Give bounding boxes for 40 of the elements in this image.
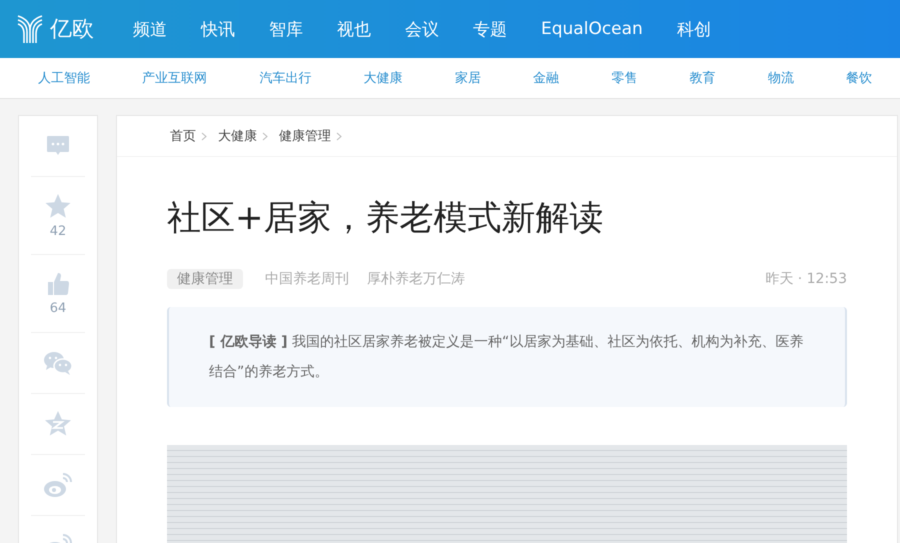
- nav-link[interactable]: EqualOcean: [541, 19, 643, 39]
- category-link[interactable]: 物流: [768, 69, 794, 87]
- category-link[interactable]: 大健康: [364, 69, 403, 87]
- nav-link[interactable]: 视也: [337, 18, 371, 40]
- nav-link[interactable]: 科创: [676, 18, 711, 40]
- category-link[interactable]: 教育: [690, 69, 716, 87]
- article-title: 社区+居家，养老模式新解读: [167, 197, 604, 240]
- category-link[interactable]: 餐饮: [846, 69, 872, 87]
- category-link[interactable]: 产业互联网: [142, 69, 208, 87]
- qzone-star-icon[interactable]: [44, 411, 72, 437]
- summary-text: [ 亿欧导读 ] 我国的社区居家养老被定义是一种“以居家为基础、社区为依托、机构为补充、医养结合”的养老方式。: [209, 333, 804, 382]
- category-link[interactable]: 汽车出行: [259, 69, 312, 87]
- comment-icon[interactable]: [46, 135, 70, 157]
- category-link[interactable]: 零售: [611, 69, 638, 87]
- logo-text[interactable]: 亿欧: [50, 14, 94, 44]
- nav-link[interactable]: 快讯: [201, 18, 235, 40]
- chevron-icon: [262, 132, 268, 140]
- breadcrumb-link[interactable]: 健康管理: [279, 127, 331, 145]
- author-text: 厚朴养老万仁涛: [367, 270, 465, 288]
- count-label: 64: [50, 302, 66, 315]
- category-link[interactable]: 家居: [454, 69, 481, 87]
- thumbs-up-icon[interactable]: [46, 272, 70, 296]
- category-tag[interactable]: 健康管理: [167, 269, 243, 289]
- source-text: 中国养老周刊: [265, 270, 349, 288]
- breadcrumb-link[interactable]: 首页: [170, 127, 196, 145]
- weibo-icon[interactable]: [43, 472, 73, 498]
- nav-link[interactable]: 专题: [473, 18, 507, 40]
- chevron-icon: [336, 132, 342, 140]
- nav-link[interactable]: 智库: [269, 18, 303, 40]
- breadcrumb-link[interactable]: 大健康: [218, 127, 257, 145]
- wechat-icon[interactable]: [43, 350, 73, 376]
- chevron-icon: [201, 132, 207, 140]
- category-link[interactable]: 人工智能: [38, 69, 90, 87]
- publish-time: 昨天 · 12:53: [765, 270, 847, 288]
- nav-link[interactable]: 频道: [133, 18, 167, 40]
- star-icon[interactable]: [45, 194, 71, 218]
- nav-link[interactable]: 会议: [405, 18, 439, 40]
- logo-icon[interactable]: [16, 14, 44, 44]
- count-label: 42: [50, 224, 66, 238]
- category-link[interactable]: 金融: [533, 69, 560, 87]
